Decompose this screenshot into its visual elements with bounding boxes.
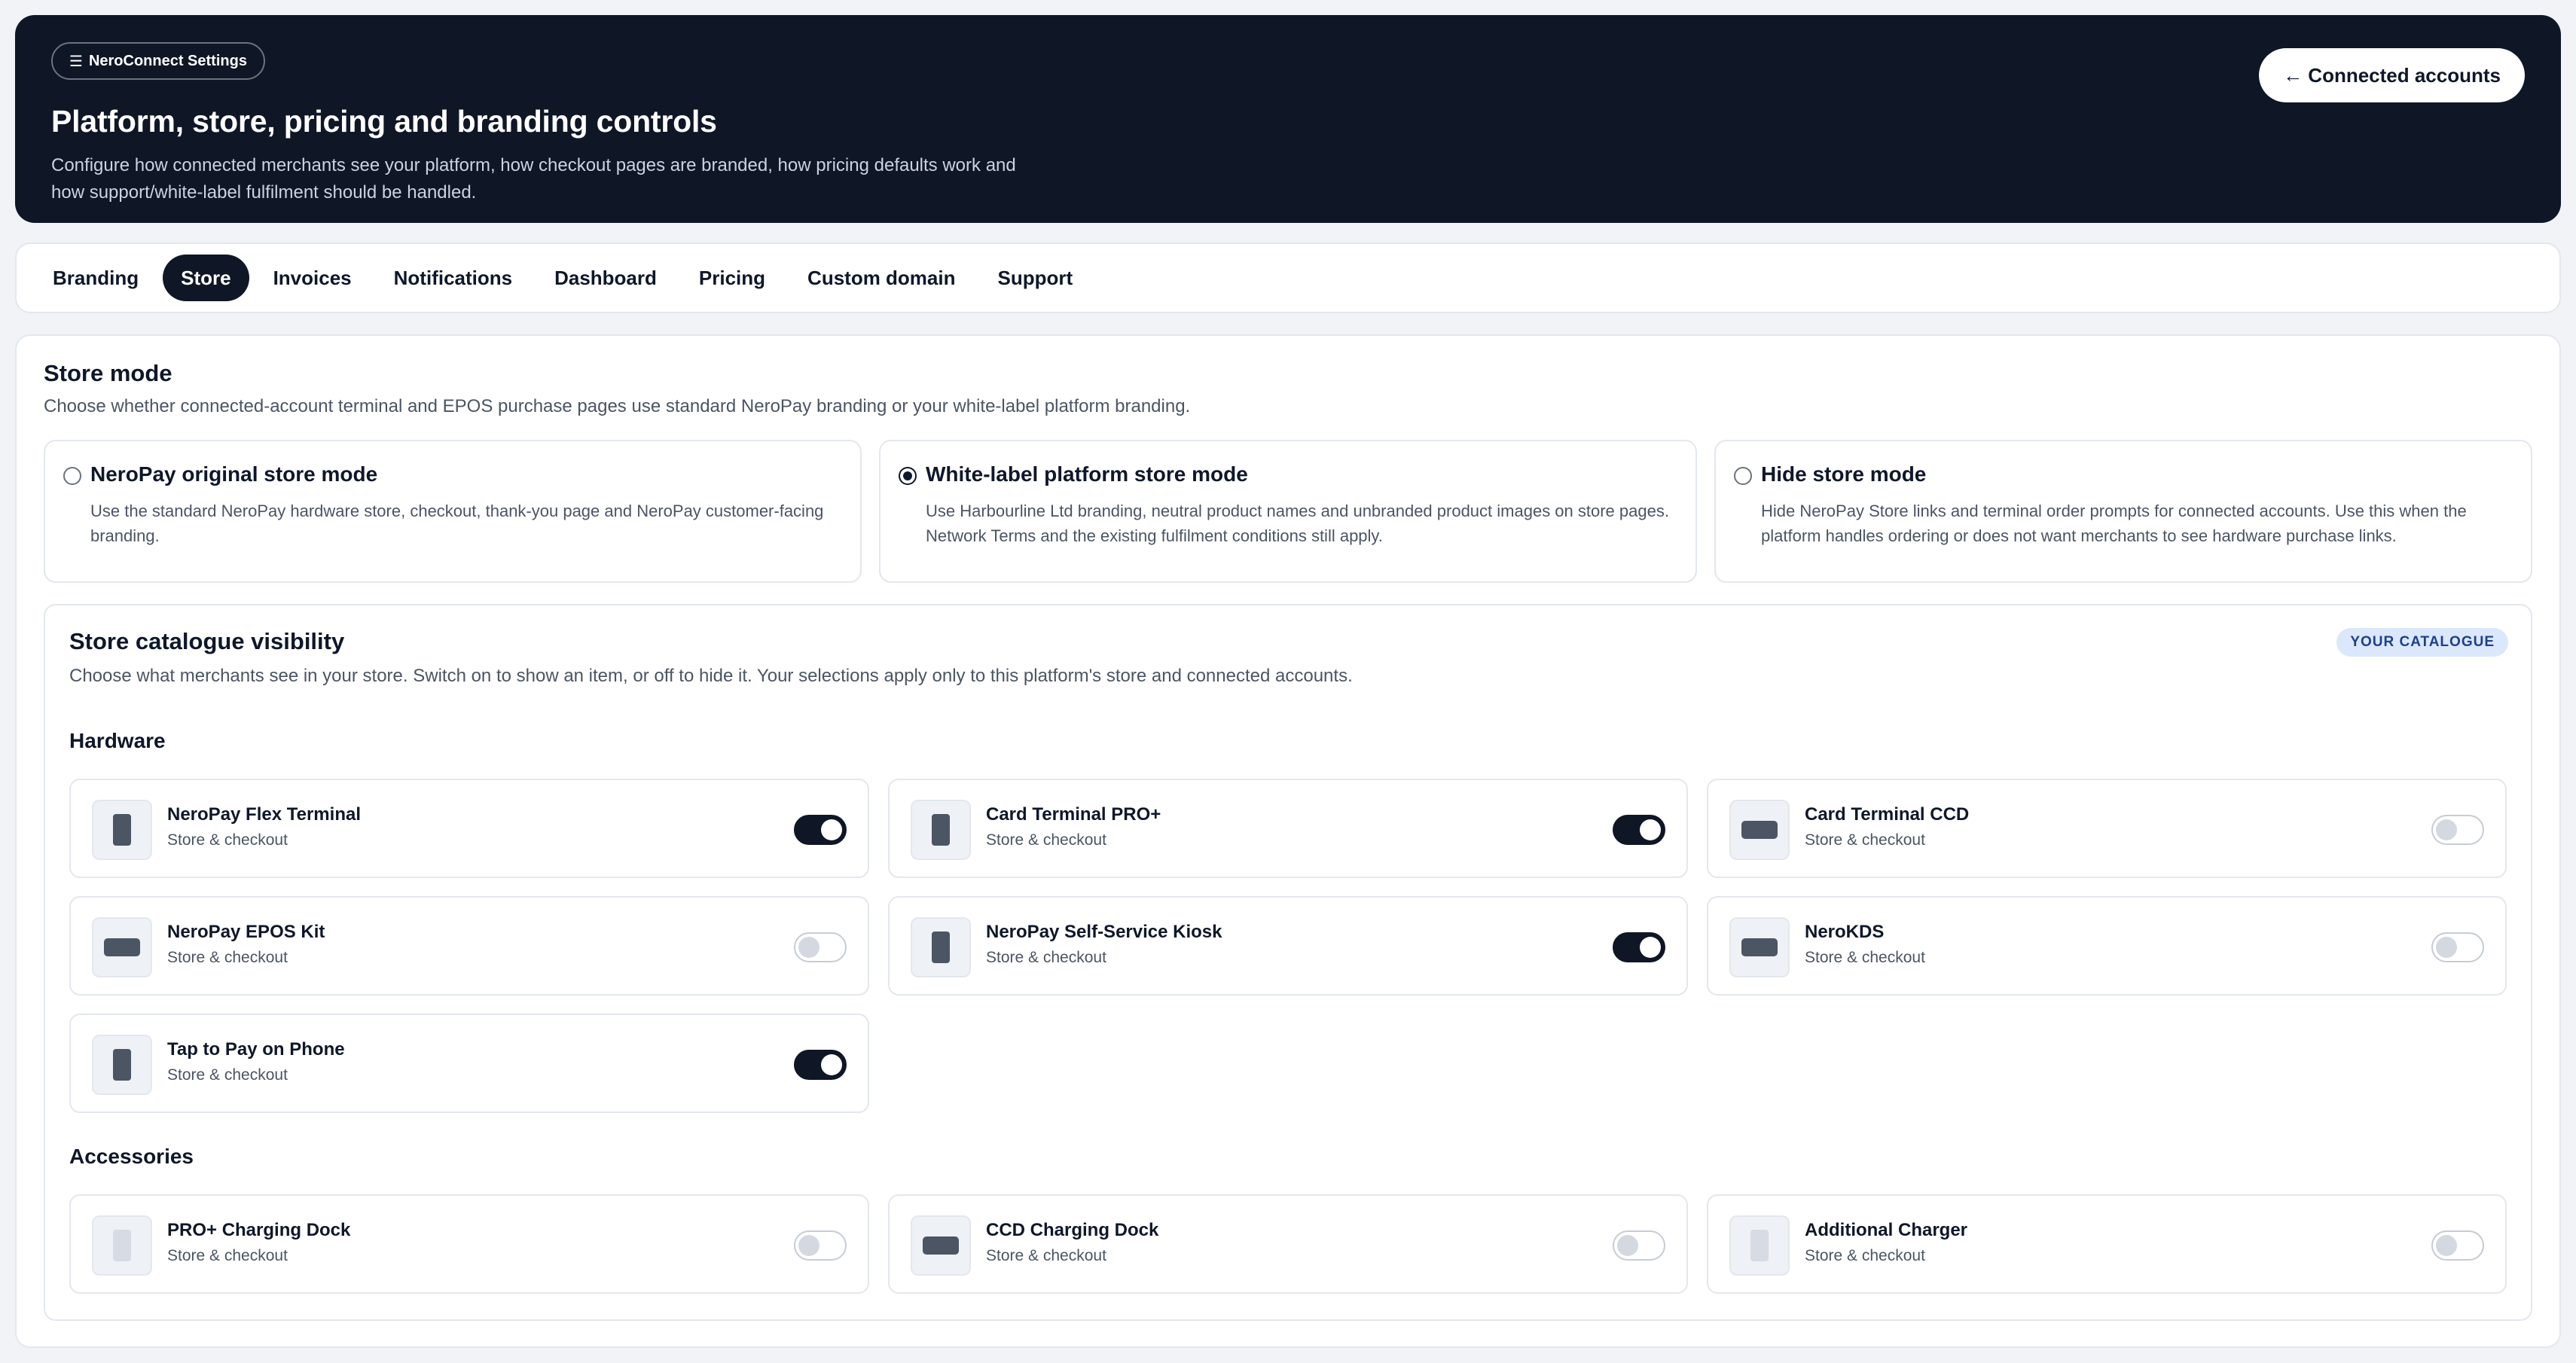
- item-name: CCD Charging Dock: [986, 1220, 1159, 1240]
- item-name: NeroKDS: [1805, 922, 1885, 942]
- menu-icon: ☰: [69, 53, 83, 70]
- item-name: Card Terminal CCD: [1805, 804, 1970, 825]
- item-subtitle: Store & checkout: [986, 949, 1106, 966]
- item-name: NeroPay Self-Service Kiosk: [986, 922, 1222, 942]
- item-subtitle: Store & checkout: [1805, 1247, 1925, 1264]
- tab-invoices[interactable]: Invoices: [255, 255, 370, 301]
- catalogue-item: NeroPay EPOS Kit Store & checkout: [69, 896, 869, 996]
- device-icon: [1729, 1215, 1790, 1276]
- device-icon: [1729, 917, 1790, 977]
- store-mode-title: Store mode: [44, 360, 172, 386]
- item-name: NeroPay EPOS Kit: [167, 922, 325, 942]
- device-icon: [92, 800, 152, 860]
- tab-dashboard[interactable]: Dashboard: [536, 255, 675, 301]
- item-toggle[interactable]: [2431, 815, 2484, 845]
- settings-tabs: Branding Store Invoices Notifications Da…: [15, 242, 2561, 313]
- item-toggle[interactable]: [1613, 1230, 1665, 1261]
- item-subtitle: Store & checkout: [1805, 949, 1925, 966]
- device-icon: [92, 1035, 152, 1095]
- tab-pricing[interactable]: Pricing: [681, 255, 783, 301]
- breadcrumb-label: NeroConnect Settings: [88, 52, 247, 69]
- catalogue-item: NeroPay Self-Service Kiosk Store & check…: [888, 896, 1688, 996]
- breadcrumb[interactable]: ☰ NeroConnect Settings: [51, 42, 265, 80]
- catalogue-item: CCD Charging Dock Store & checkout: [888, 1194, 1688, 1294]
- tab-branding[interactable]: Branding: [35, 255, 157, 301]
- device-icon: [92, 1215, 152, 1276]
- device-icon: [911, 1215, 971, 1276]
- item-subtitle: Store & checkout: [167, 831, 288, 849]
- store-mode-description: Choose whether connected-account termina…: [44, 396, 1191, 416]
- device-icon: [911, 917, 971, 977]
- item-toggle[interactable]: [794, 932, 847, 962]
- tab-store[interactable]: Store: [163, 255, 249, 301]
- tab-custom-domain[interactable]: Custom domain: [789, 255, 973, 301]
- catalogue-item: Additional Charger Store & checkout: [1707, 1194, 2507, 1294]
- item-toggle[interactable]: [2431, 1230, 2484, 1261]
- catalogue-description: Choose what merchants see in your store.…: [69, 666, 1353, 686]
- item-subtitle: Store & checkout: [167, 949, 288, 966]
- catalogue-item: NeroPay Flex Terminal Store & checkout: [69, 779, 869, 878]
- page-title: Platform, store, pricing and branding co…: [51, 104, 717, 139]
- store-mode-option-description: Hide NeroPay Store links and terminal or…: [1761, 502, 2467, 545]
- catalogue-item: Tap to Pay on Phone Store & checkout: [69, 1014, 869, 1113]
- item-name: Additional Charger: [1805, 1220, 1968, 1240]
- item-toggle[interactable]: [794, 815, 847, 845]
- tab-notifications[interactable]: Notifications: [376, 255, 530, 301]
- store-settings-panel: Store mode Choose whether connected-acco…: [15, 334, 2561, 1348]
- hardware-group-title: Hardware: [69, 729, 166, 752]
- store-mode-option-description: Use the standard NeroPay hardware store,…: [90, 502, 824, 545]
- tab-support[interactable]: Support: [980, 255, 1091, 301]
- item-toggle[interactable]: [1613, 815, 1665, 845]
- page-header: ☰ NeroConnect Settings Platform, store, …: [15, 15, 2561, 223]
- device-icon: [1729, 800, 1790, 860]
- store-mode-option-hide[interactable]: Hide store mode Hide NeroPay Store links…: [1714, 440, 2532, 583]
- store-mode-option-title: White-label platform store mode: [926, 462, 1248, 486]
- item-toggle[interactable]: [2431, 932, 2484, 962]
- catalogue-item: Card Terminal CCD Store & checkout: [1707, 779, 2507, 878]
- device-icon: [92, 917, 152, 977]
- catalogue-item: PRO+ Charging Dock Store & checkout: [69, 1194, 869, 1294]
- store-mode-option-white-label[interactable]: White-label platform store mode Use Harb…: [879, 440, 1697, 583]
- store-mode-option-title: Hide store mode: [1761, 462, 1927, 486]
- item-toggle[interactable]: [794, 1050, 847, 1080]
- catalogue-item: Card Terminal PRO+ Store & checkout: [888, 779, 1688, 878]
- item-subtitle: Store & checkout: [1805, 831, 1925, 849]
- item-subtitle: Store & checkout: [986, 1247, 1106, 1264]
- item-subtitle: Store & checkout: [167, 1066, 288, 1084]
- radio-hide[interactable]: [1734, 467, 1752, 485]
- connected-accounts-button[interactable]: ← Connected accounts: [2259, 48, 2525, 102]
- store-mode-option-original[interactable]: NeroPay original store mode Use the stan…: [44, 440, 862, 583]
- item-toggle[interactable]: [794, 1230, 847, 1261]
- item-subtitle: Store & checkout: [167, 1247, 288, 1264]
- radio-original[interactable]: [63, 467, 81, 485]
- catalogue-item: NeroKDS Store & checkout: [1707, 896, 2507, 996]
- accessories-group-title: Accessories: [69, 1145, 194, 1168]
- item-subtitle: Store & checkout: [986, 831, 1106, 849]
- item-name: Tap to Pay on Phone: [167, 1039, 345, 1060]
- radio-white-label[interactable]: [899, 467, 917, 485]
- item-toggle[interactable]: [1613, 932, 1665, 962]
- catalogue-visibility-card: Store catalogue visibility YOUR CATALOGU…: [44, 604, 2532, 1321]
- catalogue-badge: YOUR CATALOGUE: [2336, 628, 2508, 657]
- item-name: PRO+ Charging Dock: [167, 1220, 351, 1240]
- item-name: Card Terminal PRO+: [986, 804, 1161, 825]
- store-mode-option-title: NeroPay original store mode: [90, 462, 378, 486]
- store-mode-option-description: Use Harbourline Ltd branding, neutral pr…: [926, 502, 1669, 545]
- page-subtitle: Configure how connected merchants see yo…: [51, 155, 1016, 203]
- catalogue-title: Store catalogue visibility: [69, 628, 345, 654]
- item-name: NeroPay Flex Terminal: [167, 804, 361, 825]
- device-icon: [911, 800, 971, 860]
